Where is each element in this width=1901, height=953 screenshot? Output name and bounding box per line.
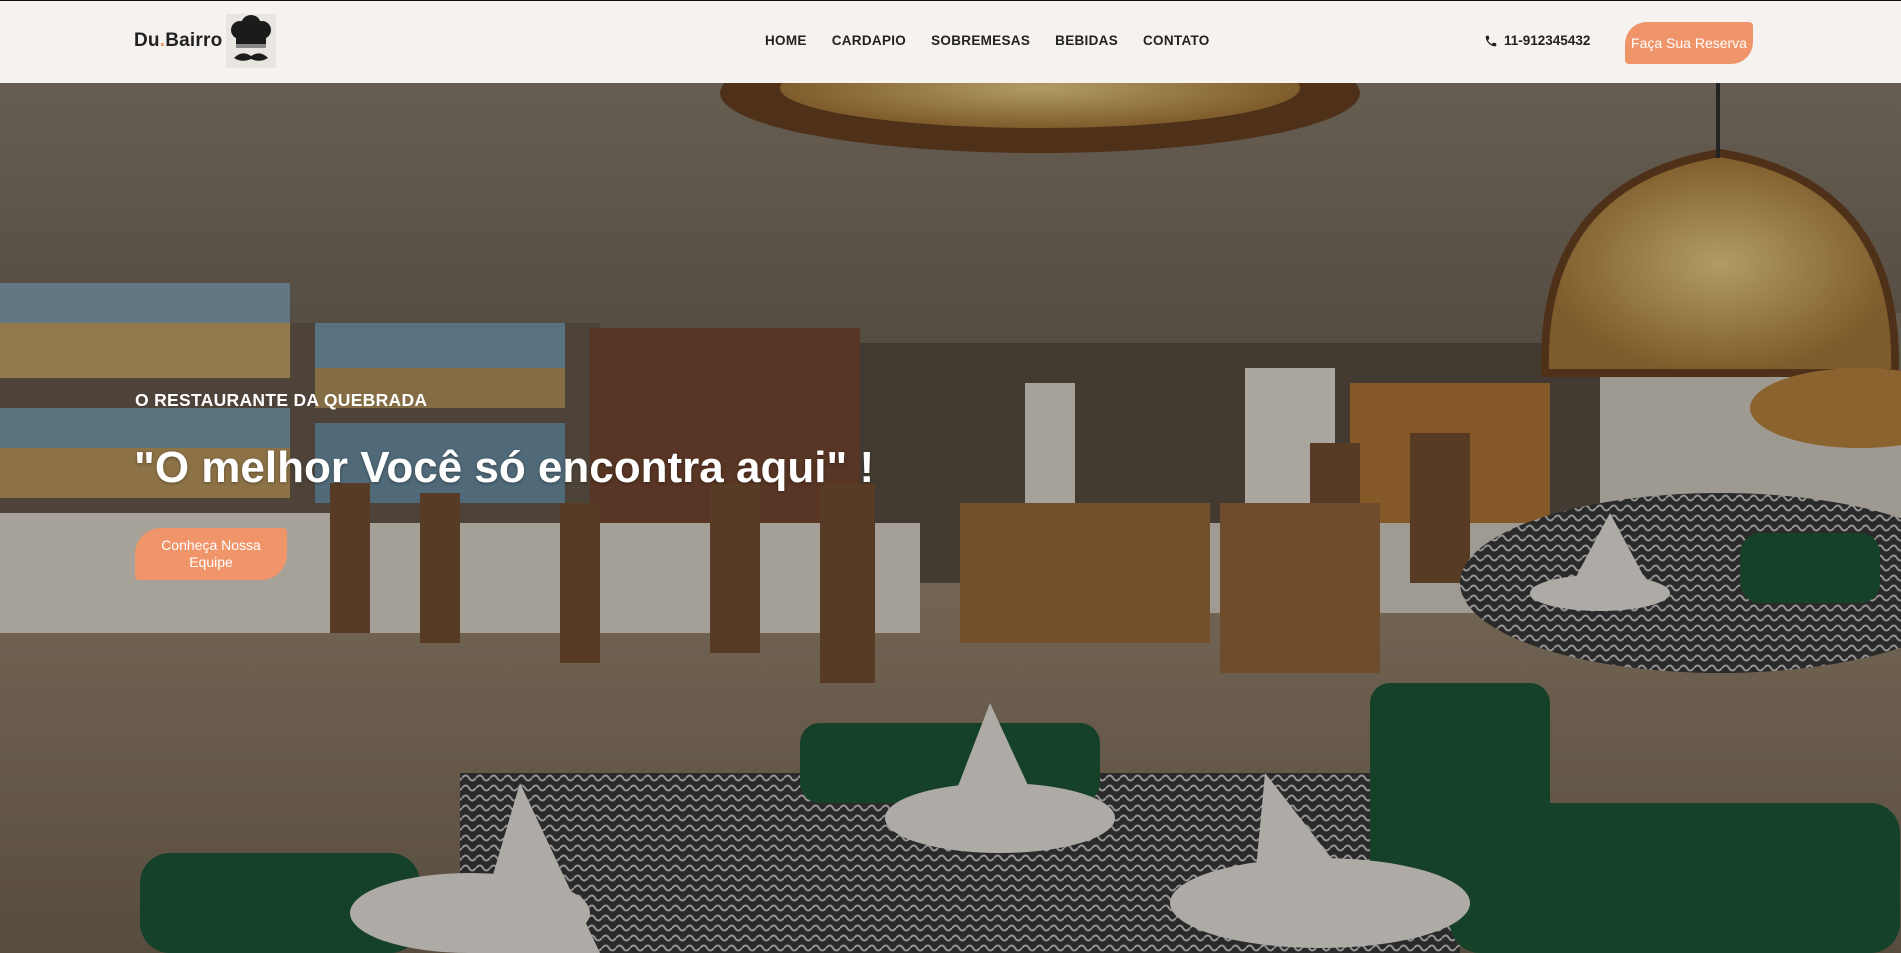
reserve-button[interactable]: Faça Sua Reserva xyxy=(1625,22,1753,64)
phone-contact[interactable]: 11-912345432 xyxy=(1484,33,1590,48)
brand-name: Du.Bairro xyxy=(134,30,223,51)
main-nav: HOME CARDAPIO SOBREMESAS BEBIDAS CONTATO xyxy=(765,33,1235,48)
nav-item-home[interactable]: HOME xyxy=(765,33,807,48)
site-header: Du.Bairro HOME CARDAPIO SOBREMESAS BEBID… xyxy=(0,0,1901,83)
nav-item-sobremesas[interactable]: SOBREMESAS xyxy=(931,33,1030,48)
hero-kicker: O RESTAURANTE DA QUEBRADA xyxy=(135,390,428,410)
phone-icon xyxy=(1485,35,1497,46)
phone-number: 11-912345432 xyxy=(1504,33,1591,48)
nav-item-contato[interactable]: CONTATO xyxy=(1143,33,1210,48)
hero-overlay xyxy=(0,83,1901,953)
hero-section: O RESTAURANTE DA QUEBRADA "O melhor Você… xyxy=(0,83,1901,953)
nav-item-cardapio[interactable]: CARDAPIO xyxy=(832,33,906,48)
team-button[interactable]: Conheça Nossa Equipe xyxy=(135,528,287,580)
chef-hat-mustache-icon xyxy=(226,14,277,68)
nav-item-bebidas[interactable]: BEBIDAS xyxy=(1055,33,1118,48)
brand-logo[interactable]: Du.Bairro xyxy=(134,11,277,71)
hero-headline: "O melhor Você só encontra aqui" ! xyxy=(134,443,875,492)
